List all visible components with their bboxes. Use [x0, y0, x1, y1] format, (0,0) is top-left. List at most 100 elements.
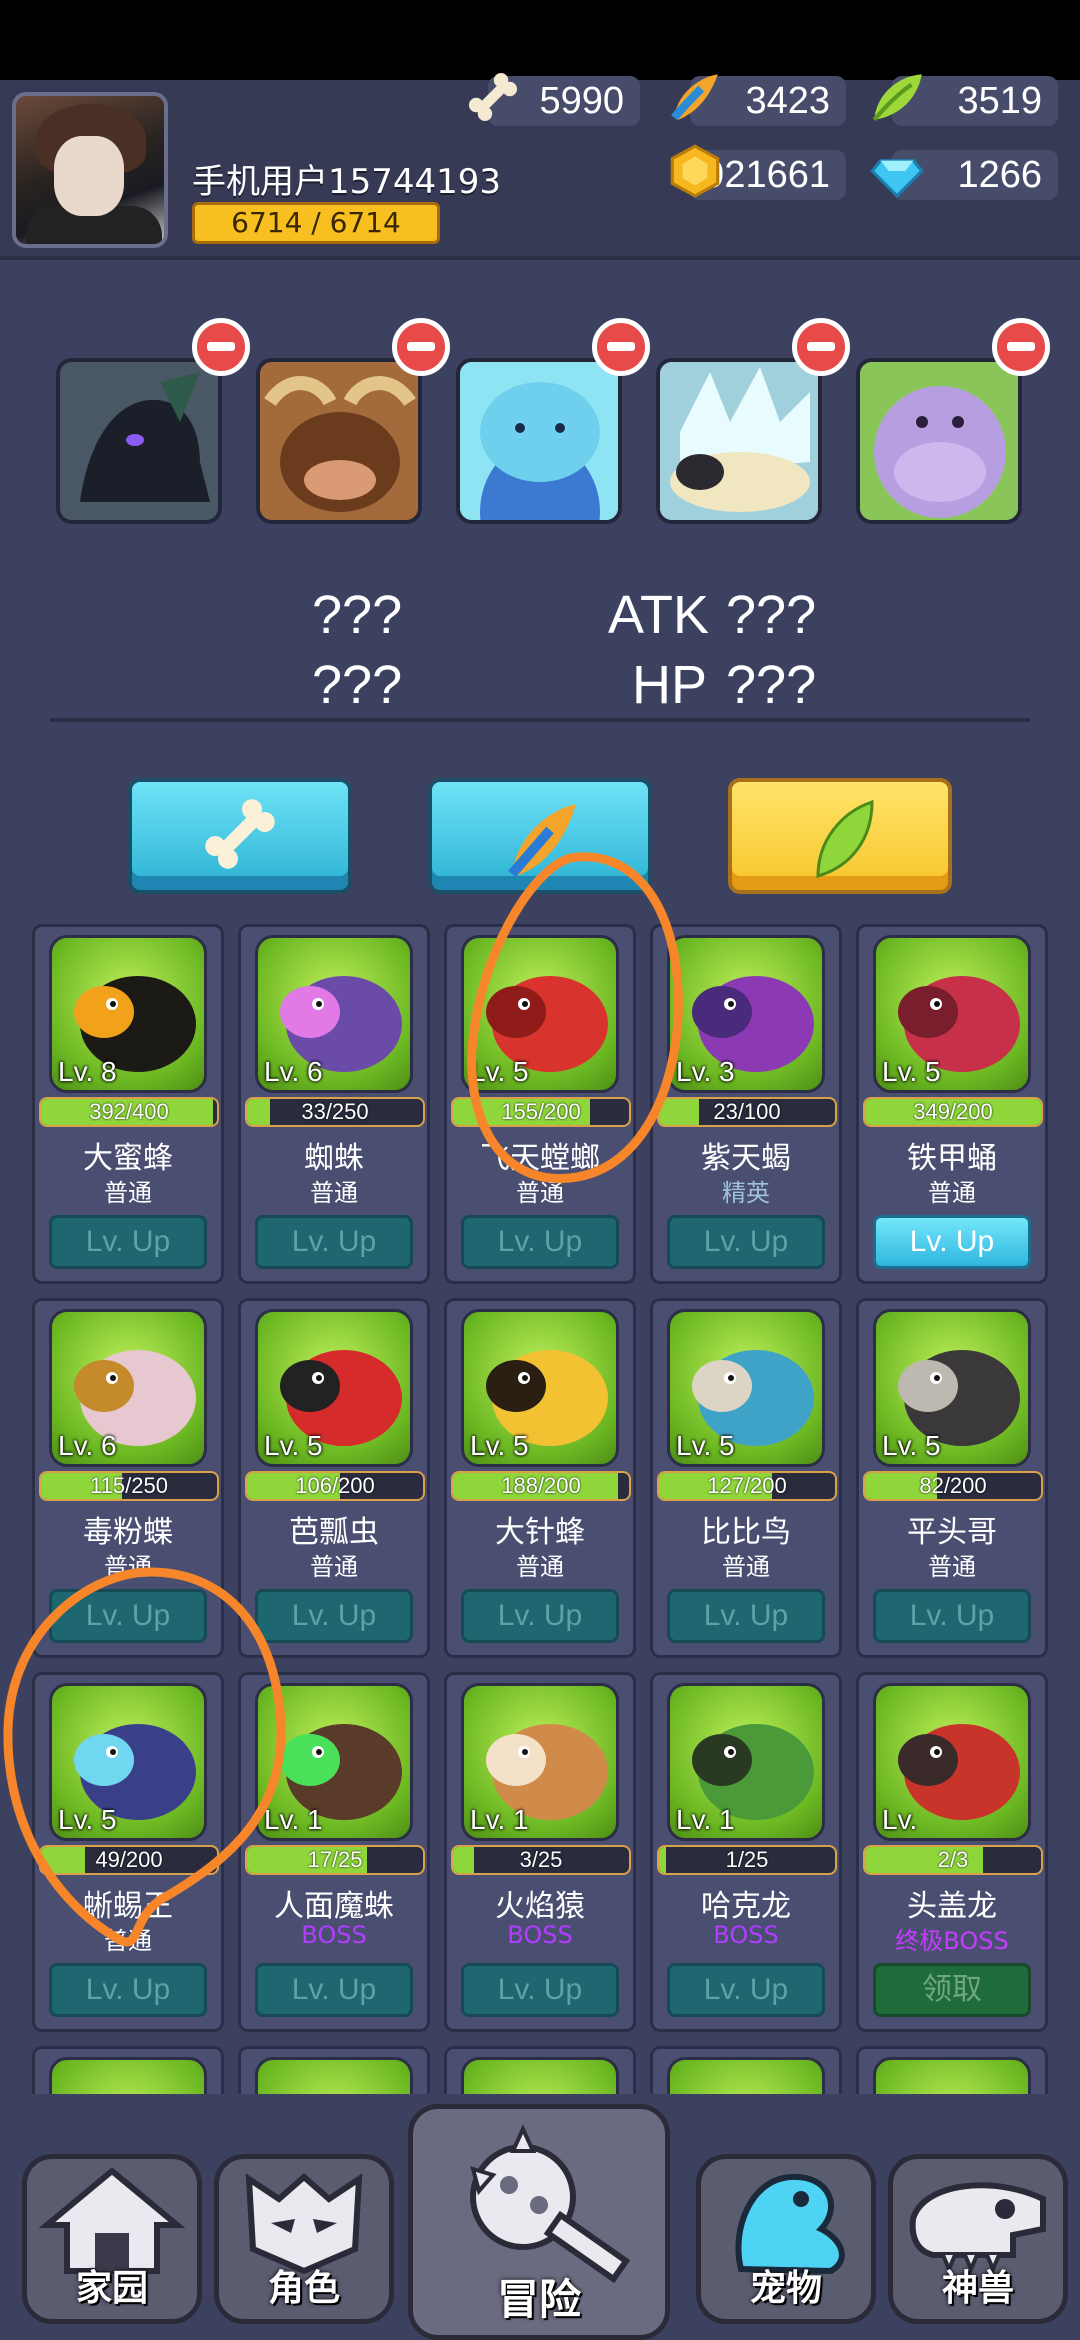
pet-level: Lv. 8 [58, 1056, 117, 1087]
pet-rank: BOSS [507, 1921, 573, 1949]
spiked-club-icon [470, 2124, 631, 2284]
level-up-button[interactable]: Lv. Up [255, 1963, 413, 2017]
bone-tab-button[interactable] [128, 778, 352, 894]
level-up-button[interactable]: Lv. Up [461, 1963, 619, 2017]
pet-name: 火焰猿 [495, 1889, 585, 1924]
pet-xp-bar: 115/250 [39, 1471, 219, 1501]
pet-xp-bar: 188/200 [451, 1471, 631, 1501]
pet-xp-bar: 349/200 [863, 1097, 1043, 1127]
team-slot-2[interactable] [256, 358, 422, 524]
pet-portrait [461, 2057, 619, 2094]
nav-beast[interactable]: 神兽 [888, 2154, 1068, 2324]
pet-card[interactable]: Lv. 5 127/200 比比鸟 普通 Lv. Up [650, 1298, 842, 1658]
team-slot-4[interactable] [656, 358, 822, 524]
claim-button[interactable]: 领取 [873, 1963, 1031, 2017]
pet-card-partial[interactable] [32, 2046, 224, 2094]
pet-level: Lv. 1 [264, 1804, 323, 1835]
pet-card-partial[interactable] [856, 2046, 1048, 2094]
team-slot-5[interactable] [856, 358, 1022, 524]
pet-card[interactable]: Lv. 8 392/400 大蜜蜂 普通 Lv. Up [32, 924, 224, 1284]
remove-slot-1-button[interactable] [192, 318, 250, 376]
level-up-button[interactable]: Lv. Up [667, 1589, 825, 1643]
team-slot-1[interactable] [56, 358, 222, 524]
level-up-button[interactable]: Lv. Up [667, 1215, 825, 1269]
pet-portrait: Lv. 1 [461, 1683, 619, 1841]
pet-card[interactable]: Lv. 1 3/25 火焰猿 BOSS Lv. Up [444, 1672, 636, 2032]
nav-adventure[interactable]: 冒险 [408, 2104, 670, 2340]
diamond-count: 1266 [957, 154, 1042, 196]
pet-card[interactable]: Lv. 5 49/200 蜥蜴王 普通 Lv. Up [32, 1672, 224, 2032]
team-slot-3[interactable] [456, 358, 622, 524]
pet-card[interactable]: Lv. 2/3 头盖龙 终极BOSS 领取 [856, 1672, 1048, 2032]
pet-name: 蜥蜴王 [83, 1889, 173, 1924]
pet-xp-bar: 2/3 [863, 1845, 1043, 1875]
level-up-button[interactable]: Lv. Up [873, 1215, 1031, 1269]
bone-icon [468, 72, 518, 122]
pet-name: 比比鸟 [701, 1515, 791, 1550]
feather-count: 3423 [745, 80, 830, 122]
pet-rank: 普通 [516, 1179, 564, 1207]
leaf-tab-button[interactable] [728, 778, 952, 894]
level-up-button[interactable]: Lv. Up [255, 1215, 413, 1269]
pet-card[interactable]: Lv. 6 33/250 蜘蛛 普通 Lv. Up [238, 924, 430, 1284]
pet-level: Lv. 5 [470, 1056, 529, 1087]
feather-tab-button[interactable] [428, 778, 652, 894]
player-avatar[interactable] [12, 92, 168, 248]
pet-name: 人面魔蛛 [274, 1889, 394, 1924]
level-up-button[interactable]: Lv. Up [461, 1215, 619, 1269]
level-up-button[interactable]: Lv. Up [49, 1963, 207, 2017]
nav-pet[interactable]: 宠物 [696, 2154, 876, 2324]
pet-rank: 普通 [516, 1553, 564, 1581]
pet-name: 蜘蛛 [304, 1141, 364, 1176]
pet-card[interactable]: Lv. 5 349/200 铁甲蛹 普通 Lv. Up [856, 924, 1048, 1284]
nav-adventure-label: 冒险 [496, 2275, 581, 2324]
pet-level: Lv. 5 [676, 1430, 735, 1461]
pet-card[interactable]: Lv. 5 188/200 大针蜂 普通 Lv. Up [444, 1298, 636, 1658]
pet-level: Lv. 1 [676, 1804, 735, 1835]
pet-xp-text: 17/25 [307, 1847, 363, 1872]
pet-card[interactable]: Lv. 5 106/200 芭瓢虫 普通 Lv. Up [238, 1298, 430, 1658]
green-leaf-icon [816, 799, 874, 879]
pet-card-partial[interactable] [444, 2046, 636, 2094]
pet-portrait: Lv. 5 [49, 1683, 207, 1841]
bottom-nav: 家园 角色 冒险 宠物 神兽 [0, 2104, 1080, 2340]
pet-xp-bar: 49/200 [39, 1845, 219, 1875]
divider [50, 718, 1030, 722]
pet-level: Lv. 6 [58, 1430, 117, 1461]
pet-card[interactable]: Lv. 5 155/200 飞天螳螂 普通 Lv. Up [444, 924, 636, 1284]
level-up-button[interactable]: Lv. Up [873, 1589, 1031, 1643]
nav-role[interactable]: 角色 [214, 2154, 394, 2324]
level-up-button[interactable]: Lv. Up [461, 1589, 619, 1643]
pet-card-partial[interactable] [650, 2046, 842, 2094]
nav-home[interactable]: 家园 [22, 2154, 202, 2324]
level-up-button[interactable]: Lv. Up [667, 1963, 825, 2017]
pet-xp-bar: 3/25 [451, 1845, 631, 1875]
pet-xp-bar: 1/25 [657, 1845, 837, 1875]
pet-xp-text: 82/200 [919, 1473, 987, 1498]
diamond-resource: 1266 [870, 150, 1058, 200]
level-up-button[interactable]: Lv. Up [255, 1589, 413, 1643]
remove-slot-2-button[interactable] [392, 318, 450, 376]
pet-card[interactable]: Lv. 3 23/100 紫天蝎 精英 Lv. Up [650, 924, 842, 1284]
pet-xp-bar: 392/400 [39, 1097, 219, 1127]
pet-card[interactable]: Lv. 6 115/250 毒粉蝶 普通 Lv. Up [32, 1298, 224, 1658]
level-up-button[interactable]: Lv. Up [49, 1589, 207, 1643]
remove-slot-3-button[interactable] [592, 318, 650, 376]
remove-slot-4-button[interactable] [792, 318, 850, 376]
pet-name: 铁甲蛹 [907, 1141, 997, 1176]
pet-portrait [49, 2057, 207, 2094]
pet-card[interactable]: Lv. 1 1/25 哈克龙 BOSS Lv. Up [650, 1672, 842, 2032]
remove-slot-5-button[interactable] [992, 318, 1050, 376]
pet-xp-text: 33/250 [301, 1099, 369, 1124]
hp-value: ??? [726, 655, 817, 715]
level-up-button[interactable]: Lv. Up [49, 1215, 207, 1269]
pet-level: Lv. 1 [470, 1804, 529, 1835]
pet-name: 哈克龙 [701, 1889, 791, 1924]
pet-card[interactable]: Lv. 1 17/25 人面魔蛛 BOSS Lv. Up [238, 1672, 430, 2032]
pet-card[interactable]: Lv. 5 82/200 平头哥 普通 Lv. Up [856, 1298, 1048, 1658]
black-dragon-icon [60, 362, 218, 520]
player-name: 手机用户15744193 [192, 162, 502, 202]
pet-xp-bar: 17/25 [245, 1845, 425, 1875]
pet-card-partial[interactable] [238, 2046, 430, 2094]
stat-left-top: ??? [312, 585, 403, 645]
